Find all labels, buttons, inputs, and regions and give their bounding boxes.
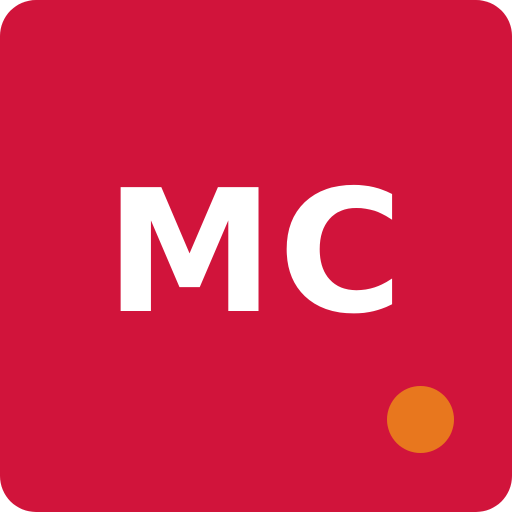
- app-icon: MC: [0, 0, 512, 512]
- monogram-text: MC: [105, 154, 407, 352]
- notification-dot-icon: [387, 386, 454, 453]
